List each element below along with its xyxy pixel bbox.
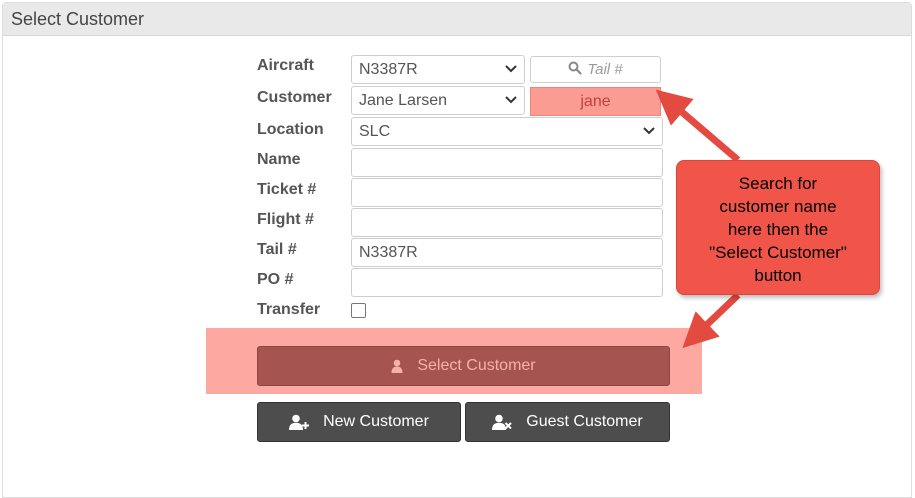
callout-line: customer name: [719, 197, 837, 216]
arrow-to-search: [655, 89, 741, 163]
arrow-to-button: [682, 292, 741, 349]
callout-line: Search for: [738, 174, 818, 193]
callout-line: button: [754, 266, 802, 285]
instruction-callout: Search for customer name here then the "…: [676, 160, 880, 295]
callout-line: here then the: [727, 220, 829, 239]
callout-line: "Select Customer": [709, 243, 847, 262]
